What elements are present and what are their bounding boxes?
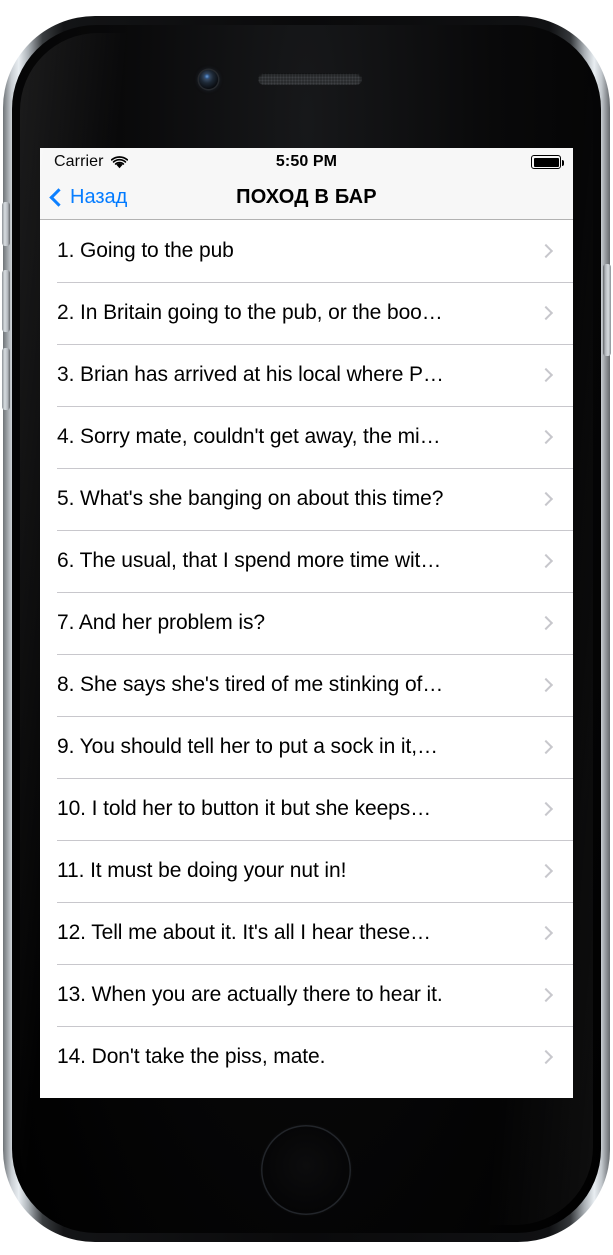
earpiece-speaker xyxy=(258,73,362,85)
table-row[interactable]: 8. She says she's tired of me stinking o… xyxy=(40,654,573,716)
table-row[interactable]: 10. I told her to button it but she keep… xyxy=(40,778,573,840)
mute-switch-button[interactable] xyxy=(2,202,10,246)
table-row[interactable]: 3. Brian has arrived at his local where … xyxy=(40,344,573,406)
table-row[interactable]: 4. Sorry mate, couldn't get away, the mi… xyxy=(40,406,573,468)
chevron-right-icon xyxy=(538,1049,554,1065)
table-row[interactable]: 14. Don't take the piss, mate. xyxy=(40,1026,573,1088)
table-row-label: 5. What's she banging on about this time… xyxy=(57,487,444,510)
volume-up-button[interactable] xyxy=(2,270,10,332)
page-title: ПОХОД В БАР xyxy=(236,186,377,208)
table-row[interactable]: 11. It must be doing your nut in! xyxy=(40,840,573,902)
table-row[interactable]: 5. What's she banging on about this time… xyxy=(40,468,573,530)
status-bar: Carrier 5:50 PM xyxy=(40,148,573,176)
chevron-right-icon xyxy=(538,243,554,259)
navigation-bar: Назад ПОХОД В БАР xyxy=(40,176,573,220)
table-view: 1. Going to the pub 2. In Britain going t… xyxy=(40,220,573,1088)
table-row-label: 3. Brian has arrived at his local where … xyxy=(57,363,444,386)
table-row-label: 9. You should tell her to put a sock in … xyxy=(57,735,438,758)
table-row-label: 7. And her problem is? xyxy=(57,611,265,634)
status-bar-right xyxy=(531,155,564,169)
table-row[interactable]: 7. And her problem is? xyxy=(40,592,573,654)
home-button[interactable] xyxy=(261,1125,351,1215)
table-row-label: 12. Tell me about it. It's all I hear th… xyxy=(57,921,431,944)
table-row[interactable]: 12. Tell me about it. It's all I hear th… xyxy=(40,902,573,964)
table-row-label: 6. The usual, that I spend more time wit… xyxy=(57,549,442,572)
chevron-right-icon xyxy=(538,429,554,445)
chevron-right-icon xyxy=(538,863,554,879)
chevron-right-icon xyxy=(538,801,554,817)
table-row[interactable]: 13. When you are actually there to hear … xyxy=(40,964,573,1026)
table-row[interactable]: 6. The usual, that I spend more time wit… xyxy=(40,530,573,592)
chevron-right-icon xyxy=(538,987,554,1003)
chevron-right-icon xyxy=(538,367,554,383)
chevron-right-icon xyxy=(538,925,554,941)
status-bar-time: 5:50 PM xyxy=(275,153,338,170)
power-sleep-wake-button[interactable] xyxy=(603,264,611,356)
front-camera-icon xyxy=(199,70,218,89)
table-row-label: 1. Going to the pub xyxy=(57,239,234,262)
battery-full-icon xyxy=(531,155,564,169)
table-row-label: 11. It must be doing your nut in! xyxy=(57,859,347,882)
chevron-right-icon xyxy=(538,553,554,569)
chevron-right-icon xyxy=(538,491,554,507)
table-row-label: 8. She says she's tired of me stinking o… xyxy=(57,673,444,696)
chevron-right-icon xyxy=(538,615,554,631)
table-row-label: 13. When you are actually there to hear … xyxy=(57,983,443,1006)
table-row[interactable]: 2. In Britain going to the pub, or the b… xyxy=(40,282,573,344)
table-row-label: 2. In Britain going to the pub, or the b… xyxy=(57,301,443,324)
phone-screen: Carrier 5:50 PM Назад ПОХОД В БАР 1. Goi… xyxy=(40,148,573,1098)
device-frame: Carrier 5:50 PM Назад ПОХОД В БАР 1. Goi… xyxy=(0,0,613,1255)
table-row[interactable]: 1. Going to the pub xyxy=(40,220,573,282)
volume-down-button[interactable] xyxy=(2,348,10,410)
table-row-label: 14. Don't take the piss, mate. xyxy=(57,1045,326,1068)
table-row-label: 4. Sorry mate, couldn't get away, the mi… xyxy=(57,425,441,448)
table-row-label: 10. I told her to button it but she keep… xyxy=(57,797,432,820)
chevron-right-icon xyxy=(538,739,554,755)
chevron-right-icon xyxy=(538,305,554,321)
table-row[interactable]: 9. You should tell her to put a sock in … xyxy=(40,716,573,778)
chevron-right-icon xyxy=(538,677,554,693)
